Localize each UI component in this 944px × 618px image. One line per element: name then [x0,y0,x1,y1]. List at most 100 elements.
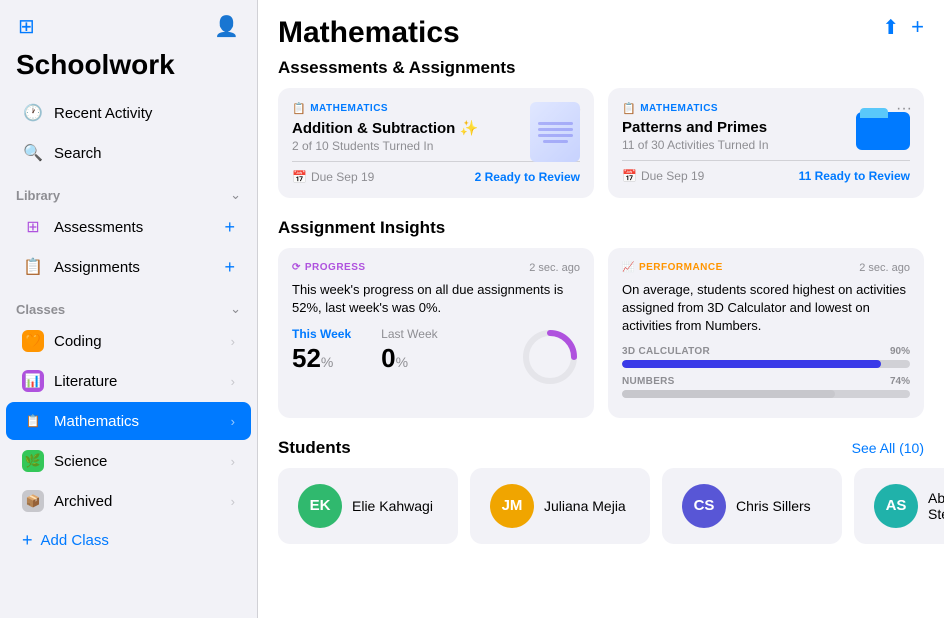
assignments-icon: 📋 [22,256,44,278]
search-icon: 🔍 [22,142,44,164]
coding-class-icon: 🧡 [22,330,44,352]
performance-tag: 📈 PERFORMANCE [622,262,723,273]
science-chevron-icon: › [231,454,235,469]
card-1-due: 📅 Due Sep 19 [622,169,704,183]
assignments-label: Assignments [54,259,214,276]
literature-chevron-icon: › [231,374,235,389]
assessments-icon: ⊞ [22,216,44,238]
calendar-icon: 📅 [292,170,307,184]
progress-card: ⟳ PROGRESS 2 sec. ago This week's progre… [278,248,594,418]
literature-label: Literature [54,373,221,390]
add-class-label: Add Class [41,532,109,549]
student-card-0: EK Elie Kahwagi [278,468,458,544]
toggle-sidebar-button[interactable]: ⊞ [16,12,37,41]
archived-chevron-icon: › [231,494,235,509]
mathematics-chevron-icon: › [231,414,235,429]
bar-1-name: NUMBERS [622,376,675,387]
this-week-label: This Week [292,327,351,341]
insights-row: ⟳ PROGRESS 2 sec. ago This week's progre… [278,248,924,418]
student-1-name: Juliana Mejia [544,498,626,514]
student-card-2: CS Chris Sillers [662,468,842,544]
this-week-value: 52 [292,343,321,373]
science-label: Science [54,453,221,470]
last-week-stat: Last Week 0% [381,327,437,374]
bar-0-track [622,360,910,368]
library-section-header: Library ⌄ [0,173,257,207]
bar-1-fill [622,390,835,398]
progress-stats: This Week 52% Last Week 0% [292,327,580,387]
progress-header: ⟳ PROGRESS 2 sec. ago [292,262,580,275]
library-title: Library [16,188,60,203]
students-row: EK Elie Kahwagi JM Juliana Mejia CS Chri… [278,468,924,544]
card-1-footer: 📅 Due Sep 19 11 Ready to Review [622,160,910,183]
add-class-plus-icon: + [22,530,33,551]
student-0-avatar: EK [298,484,342,528]
main-content: ⬆ + Mathematics Assessments & Assignment… [258,0,944,618]
mathematics-label: Mathematics [54,413,221,430]
bar-1-pct: 74% [890,376,910,387]
card-0-thumbnail [530,102,580,162]
add-assignment-button[interactable]: + [224,257,235,278]
student-2-name: Chris Sillers [736,498,811,514]
sidebar-item-assignments[interactable]: 📋 Assignments + [6,248,251,286]
performance-text: On average, students scored highest on a… [622,281,910,336]
sidebar-item-archived[interactable]: 📦 Archived › [6,482,251,520]
last-week-label: Last Week [381,327,437,341]
see-all-button[interactable]: See All (10) [852,440,924,456]
student-3-avatar: AS [874,484,918,528]
sidebar-item-coding[interactable]: 🧡 Coding › [6,322,251,360]
coding-label: Coding [54,333,221,350]
add-class-row[interactable]: + Add Class [6,522,251,559]
card-1-review[interactable]: 11 Ready to Review [799,169,910,183]
sidebar-item-assessments[interactable]: ⊞ Assessments + [6,208,251,246]
sidebar: ⊞ 👤 Schoolwork 🕐 Recent Activity 🔍 Searc… [0,0,258,618]
students-header: Students See All (10) [278,438,924,458]
progress-donut [520,327,580,387]
insights-section-header: Assignment Insights [278,218,924,238]
literature-class-icon: 📊 [22,370,44,392]
sidebar-item-science[interactable]: 🌿 Science › [6,442,251,480]
progress-text: This week's progress on all due assignme… [292,281,580,317]
library-chevron-icon[interactable]: ⌄ [230,187,241,203]
calendar-1-icon: 📅 [622,169,637,183]
archived-label: Archived [54,493,221,510]
nav-recent-activity-label: Recent Activity [54,105,235,122]
this-week-stat: This Week 52% [292,327,351,374]
nav-search-label: Search [54,145,235,162]
clock-icon: 🕐 [22,102,44,124]
student-card-1: JM Juliana Mejia [470,468,650,544]
student-card-3: AS Abbi Stein [854,468,944,544]
card-0-tag-icon: 📋 [292,102,306,115]
sidebar-item-recent-activity[interactable]: 🕐 Recent Activity [6,94,251,132]
card-0-due: 📅 Due Sep 19 [292,170,374,184]
card-1-thumbnail [856,102,910,150]
mathematics-class-icon: 📋 [22,410,44,432]
progress-icon: ⟳ [292,262,301,273]
progress-tag: ⟳ PROGRESS [292,262,366,273]
assessments-section-header: Assessments & Assignments [278,58,924,78]
card-0-review[interactable]: 2 Ready to Review [475,170,580,184]
bar-row-0: 3D CALCULATOR 90% [622,346,910,368]
sidebar-item-search[interactable]: 🔍 Search [6,134,251,172]
sidebar-item-literature[interactable]: 📊 Literature › [6,362,251,400]
export-button[interactable]: ⬆ [882,15,899,40]
student-3-name: Abbi Stein [928,490,944,522]
performance-time: 2 sec. ago [859,262,910,274]
bar-1-label-row: NUMBERS 74% [622,376,910,387]
user-profile-button[interactable]: 👤 [212,12,241,41]
student-0-name: Elie Kahwagi [352,498,433,514]
add-button[interactable]: + [911,14,924,40]
assignment-cards-row: 📋 MATHEMATICS ♡ ··· Addition & Subtracti… [278,88,924,198]
sidebar-top-bar: ⊞ 👤 [0,0,257,45]
coding-chevron-icon: › [231,334,235,349]
assignment-card-0: 📋 MATHEMATICS ♡ ··· Addition & Subtracti… [278,88,594,198]
card-1-tag-icon: 📋 [622,102,636,115]
add-assessment-button[interactable]: + [224,217,235,238]
sidebar-item-mathematics[interactable]: 📋 Mathematics › [6,402,251,440]
page-title: Mathematics [278,16,924,50]
performance-icon: 📈 [622,262,635,273]
progress-time: 2 sec. ago [529,262,580,274]
classes-chevron-icon[interactable]: ⌄ [230,301,241,317]
student-1-avatar: JM [490,484,534,528]
student-2-avatar: CS [682,484,726,528]
